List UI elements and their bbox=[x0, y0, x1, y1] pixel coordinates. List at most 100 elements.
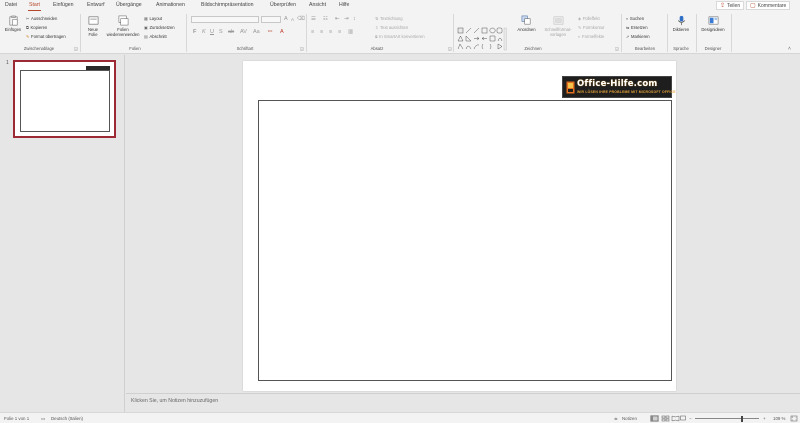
tab-ansicht[interactable]: Ansicht bbox=[309, 2, 326, 8]
group-label-font: Schriftart bbox=[236, 46, 254, 51]
normal-view-icon[interactable] bbox=[650, 415, 659, 422]
font-color-icon[interactable]: A bbox=[280, 29, 284, 35]
group-label-slides: Folien bbox=[129, 46, 141, 51]
find-label: Suchen bbox=[629, 16, 645, 21]
dialog-launcher-icon[interactable]: ◲ bbox=[300, 46, 304, 51]
new-slide-button[interactable]: Neue Folie bbox=[84, 15, 102, 37]
design-ideas-icon bbox=[708, 16, 718, 25]
content-placeholder[interactable] bbox=[258, 100, 672, 381]
change-case-button[interactable]: Aa bbox=[253, 29, 260, 35]
reset-label: Zurücksetzen bbox=[149, 25, 175, 30]
text-direction-button[interactable]: ⇅ Textrichtung bbox=[375, 16, 403, 21]
tab-entwurf[interactable]: Entwurf bbox=[87, 2, 105, 8]
section-button[interactable]: ▤ Abschnitt bbox=[144, 34, 167, 39]
underline-button[interactable]: U bbox=[210, 29, 214, 35]
format-painter-button[interactable]: ✎ Format übertragen bbox=[26, 34, 66, 39]
columns-icon[interactable]: ▥ bbox=[348, 29, 353, 35]
slide-canvas[interactable]: Office-Hilfe.com WIR LÖSEN IHRE PROBLEME… bbox=[243, 61, 676, 391]
language-label[interactable]: Deutsch (Italien) bbox=[51, 416, 83, 421]
brush-icon: ✎ bbox=[26, 34, 30, 39]
shadow-button[interactable]: S bbox=[219, 29, 223, 35]
dialog-launcher-icon[interactable]: ◲ bbox=[615, 46, 619, 51]
italic-button[interactable]: K bbox=[202, 29, 206, 35]
slide-sorter-icon[interactable] bbox=[661, 415, 670, 422]
slide-thumbnail[interactable] bbox=[13, 60, 116, 138]
shrink-font-icon[interactable]: A bbox=[291, 17, 294, 22]
arrange-button[interactable]: Anordnen bbox=[514, 15, 539, 32]
office-hilfe-logo[interactable]: Office-Hilfe.com WIR LÖSEN IHRE PROBLEME… bbox=[562, 76, 675, 98]
tab-bildschirmpraesentation[interactable]: Bildschirmpräsentation bbox=[201, 2, 253, 8]
align-right-icon[interactable]: ≡ bbox=[329, 29, 332, 35]
align-left-icon[interactable]: ≡ bbox=[311, 29, 314, 35]
dictate-button[interactable]: Diktieren bbox=[669, 15, 693, 32]
align-text-label: Text ausrichten bbox=[380, 25, 409, 30]
notes-toggle[interactable]: Notizen bbox=[622, 416, 637, 421]
fit-to-window-icon[interactable] bbox=[790, 415, 799, 422]
reuse-slides-button[interactable]: Folien wiederverwenden bbox=[103, 15, 143, 37]
zoom-level[interactable]: 109 % bbox=[773, 416, 785, 421]
comment-icon: ▢ bbox=[750, 3, 756, 9]
slideshow-icon[interactable] bbox=[680, 415, 686, 422]
ribbon-tab-bar: Datei Start Einfügen Entwurf Übergänge A… bbox=[0, 0, 800, 12]
language-icon[interactable]: ▭ bbox=[41, 416, 45, 422]
share-button[interactable]: ⇪ Teilen bbox=[716, 1, 745, 10]
zoom-in-icon[interactable]: + bbox=[763, 416, 766, 421]
clear-format-icon[interactable]: ⌫ bbox=[297, 16, 305, 22]
shapes-gallery[interactable] bbox=[457, 27, 507, 51]
select-button[interactable]: ➚ Markieren bbox=[626, 34, 650, 39]
tab-hilfe[interactable]: Hilfe bbox=[339, 2, 349, 8]
shape-fill-button[interactable]: ◈ Fülleffekt bbox=[578, 16, 600, 21]
tab-start[interactable]: Start bbox=[28, 2, 41, 11]
arrange-label: Anordnen bbox=[517, 27, 536, 32]
layout-button[interactable]: ▦ Layout bbox=[144, 16, 162, 21]
tab-einfuegen[interactable]: Einfügen bbox=[53, 2, 73, 8]
comments-button[interactable]: ▢ Kommentare bbox=[746, 1, 791, 10]
slide-editor: Office-Hilfe.com WIR LÖSEN IHRE PROBLEME… bbox=[126, 55, 800, 392]
group-label-paragraph: Absatz bbox=[370, 46, 384, 51]
shape-fill-label: Fülleffekt bbox=[582, 16, 600, 21]
collapse-ribbon-icon[interactable]: ˄ bbox=[788, 46, 791, 52]
bold-button[interactable]: F bbox=[193, 29, 196, 35]
zoom-slider[interactable] bbox=[695, 418, 759, 419]
indent-decrease-icon[interactable]: ⇤ bbox=[335, 16, 340, 22]
tab-animationen[interactable]: Animationen bbox=[156, 2, 185, 8]
quick-styles-button[interactable]: Schnellformat- vorlagen bbox=[539, 15, 577, 37]
strikethrough-button[interactable]: ab bbox=[228, 29, 234, 35]
find-button[interactable]: ⌕ Suchen bbox=[626, 16, 644, 21]
grow-font-icon[interactable]: A bbox=[284, 16, 288, 22]
zoom-out-icon[interactable]: − bbox=[689, 416, 692, 421]
align-text-button[interactable]: ⇳ Text ausrichten bbox=[375, 25, 408, 30]
tab-ueberpruefen[interactable]: Überprüfen bbox=[270, 2, 296, 8]
notes-pane[interactable]: Klicken Sie, um Notizen hinzuzufügen bbox=[126, 393, 800, 412]
zoom-slider-thumb[interactable] bbox=[741, 415, 743, 422]
font-family-select[interactable] bbox=[191, 16, 259, 23]
share-label: Teilen bbox=[727, 2, 741, 9]
highlight-icon[interactable]: ✏ bbox=[268, 29, 273, 35]
char-spacing-button[interactable]: AV bbox=[240, 29, 247, 35]
bullets-icon[interactable]: ☰ bbox=[311, 16, 316, 22]
cut-button[interactable]: ✂ Ausschneiden bbox=[26, 16, 57, 21]
design-ideas-button[interactable]: Designideen bbox=[698, 15, 728, 32]
align-center-icon[interactable]: ≡ bbox=[320, 29, 323, 35]
tab-datei[interactable]: Datei bbox=[5, 2, 17, 8]
line-spacing-icon[interactable]: ↕ bbox=[353, 16, 356, 22]
design-ideas-label: Designideen bbox=[701, 27, 725, 32]
copy-button[interactable]: ⧉ Kopieren bbox=[26, 25, 47, 30]
dialog-launcher-icon[interactable]: ◲ bbox=[448, 46, 452, 51]
reading-view-icon[interactable] bbox=[671, 415, 680, 422]
notes-icon[interactable]: ≐ bbox=[614, 416, 618, 422]
shape-outline-button[interactable]: ✎ Formkontur bbox=[578, 25, 604, 30]
justify-icon[interactable]: ≡ bbox=[338, 29, 341, 35]
paste-button[interactable]: Einfügen bbox=[3, 15, 23, 32]
dialog-launcher-icon[interactable]: ◲ bbox=[74, 46, 78, 51]
tab-uebergaenge[interactable]: Übergänge bbox=[116, 2, 142, 8]
reset-button[interactable]: ▣ Zurücksetzen bbox=[144, 25, 175, 30]
replace-button[interactable]: ⇆ Ersetzen bbox=[626, 25, 648, 30]
numbering-icon[interactable]: ☷ bbox=[323, 16, 328, 22]
indent-increase-icon[interactable]: ⇥ bbox=[344, 16, 349, 22]
smartart-button[interactable]: ⧈ In SmartArt konvertieren bbox=[375, 34, 425, 39]
logo-icon bbox=[566, 81, 575, 94]
shape-effects-button[interactable]: ◐ Formeffekte bbox=[578, 34, 604, 39]
divider bbox=[696, 14, 697, 52]
font-size-select[interactable] bbox=[261, 16, 281, 23]
